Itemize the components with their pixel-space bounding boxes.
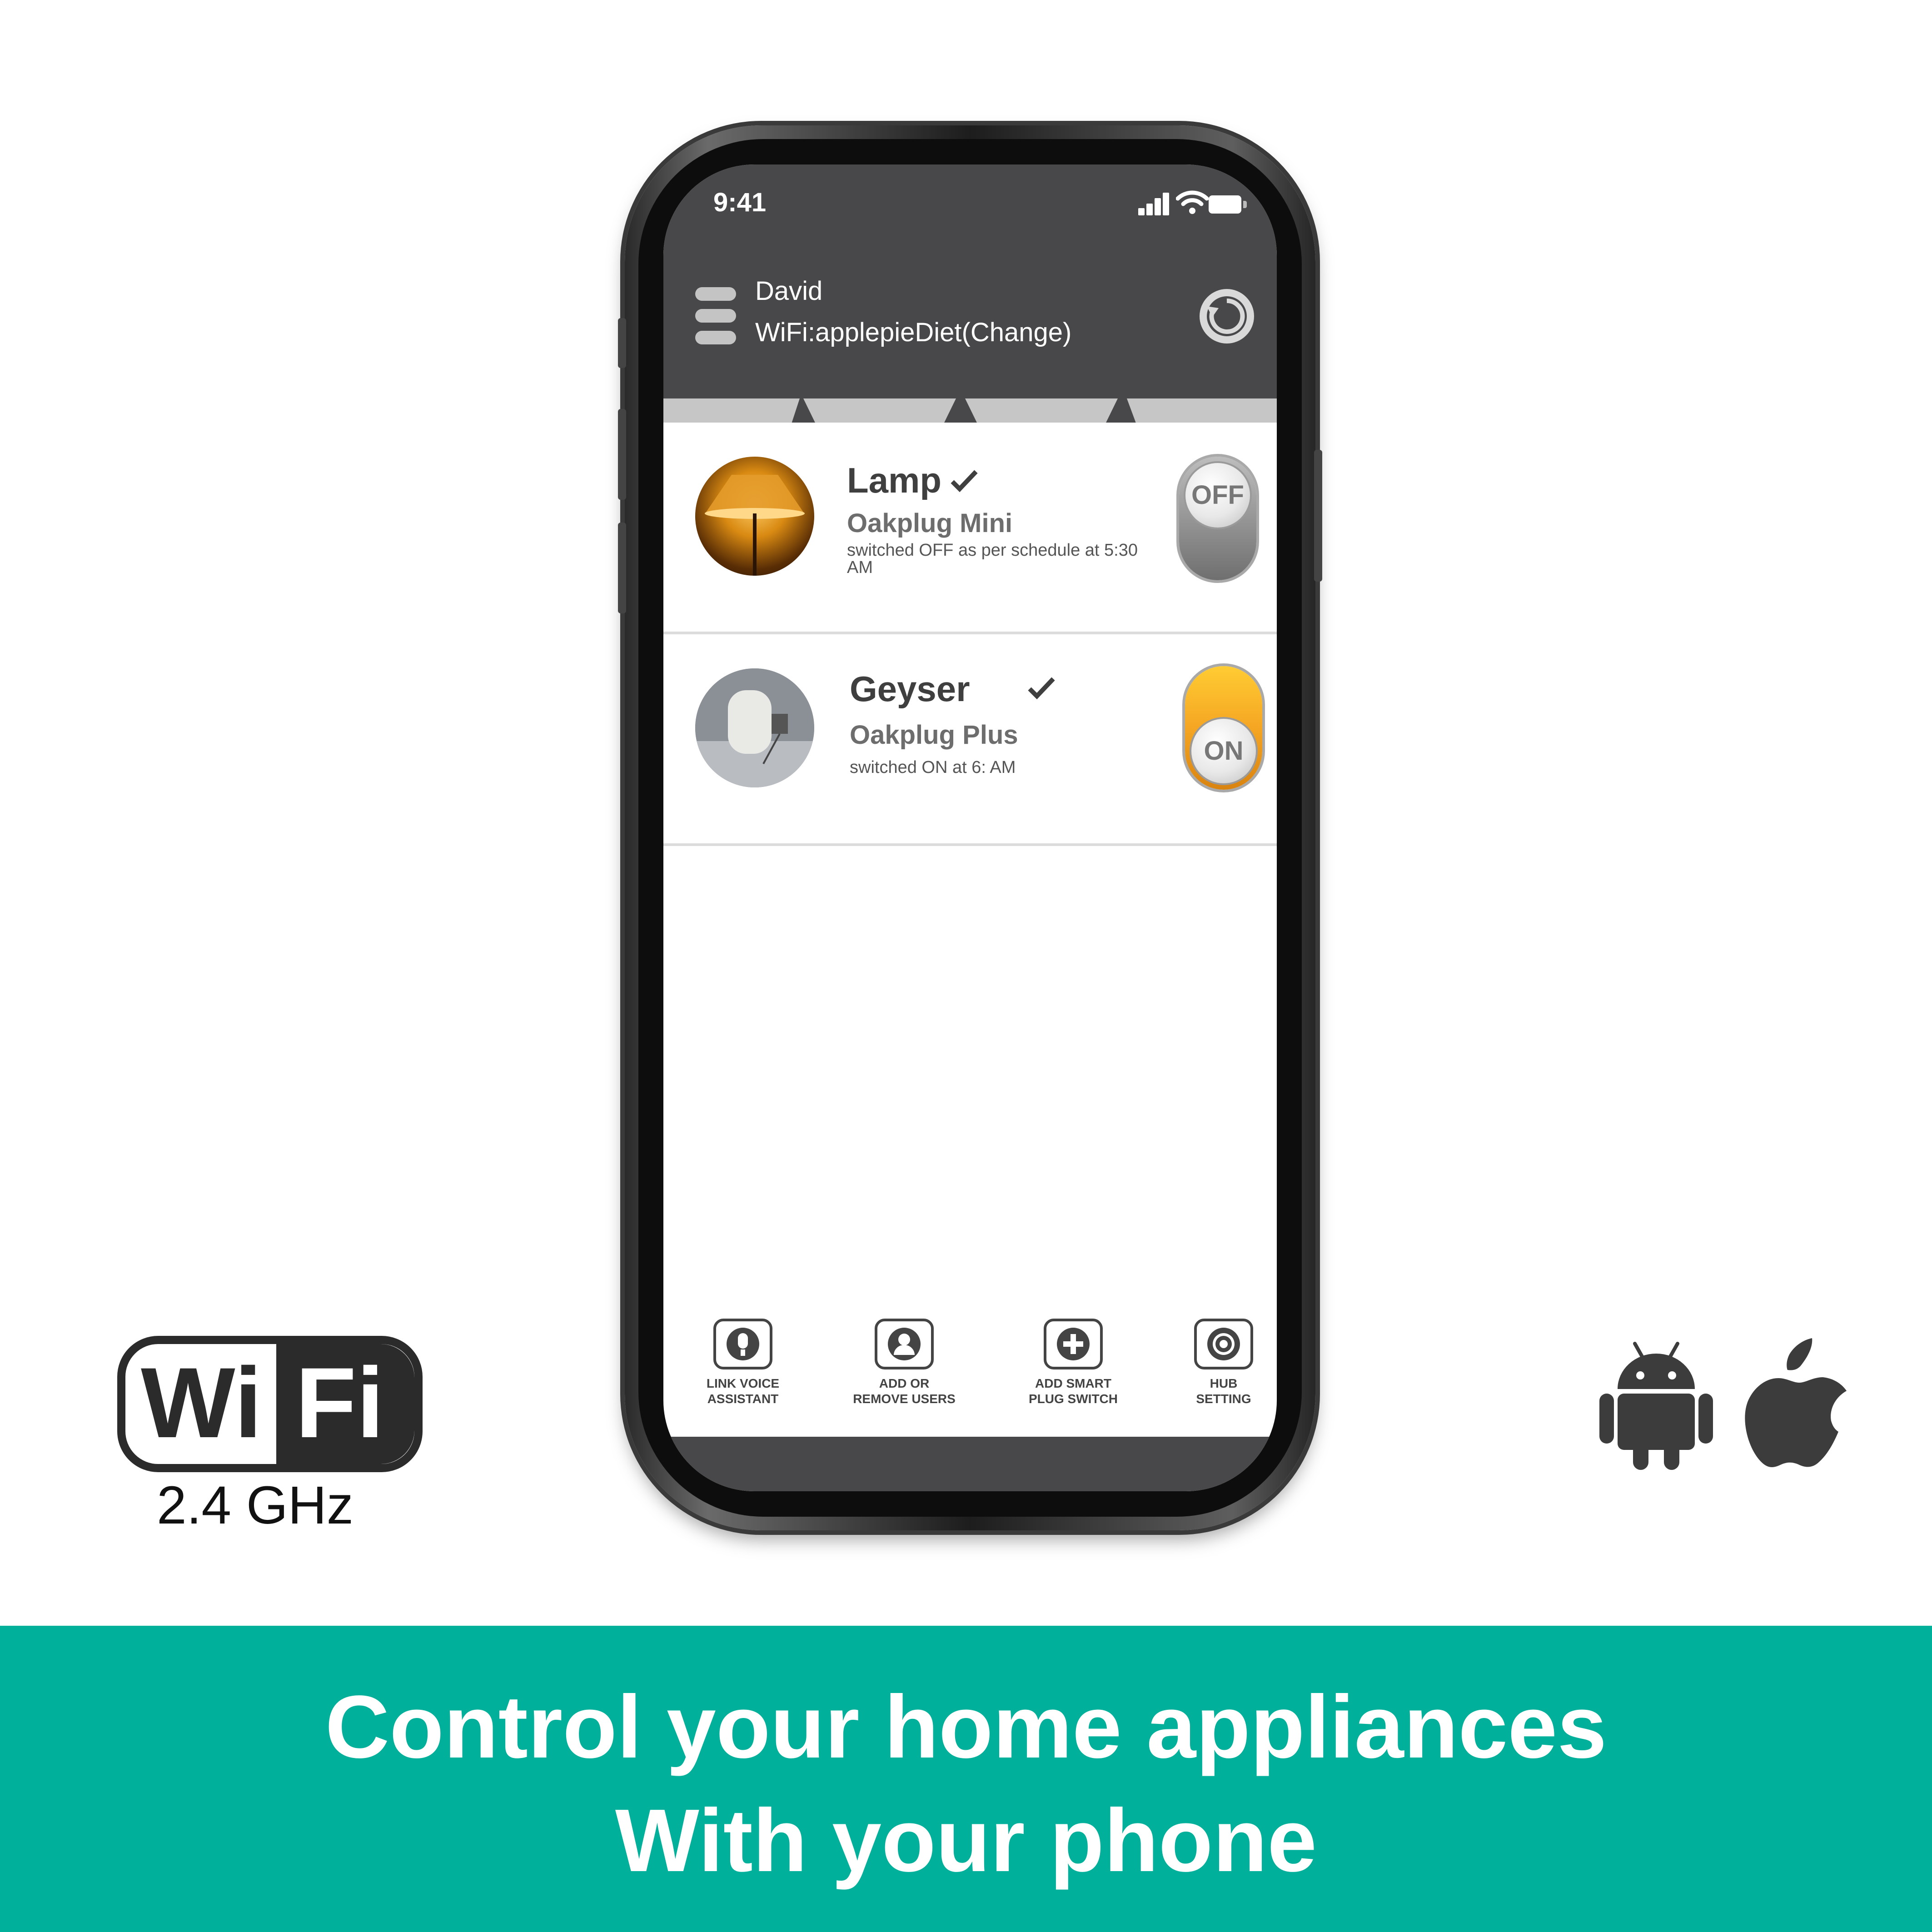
- wifi-logo-fi: Fi: [295, 1347, 384, 1459]
- nav-label: ADD SMART PLUG SWITCH: [1029, 1376, 1118, 1406]
- gear-icon: [1194, 1319, 1253, 1369]
- check-icon: [951, 470, 978, 493]
- android-icon: [1599, 1342, 1713, 1470]
- user-icon: [875, 1319, 934, 1369]
- add-or-remove-users-button[interactable]: ADD OR REMOVE USERS: [847, 1319, 961, 1407]
- toggle-knob-on: ON: [1191, 719, 1256, 783]
- volume-down-button: [618, 523, 626, 613]
- nav-label: LINK VOICE ASSISTANT: [706, 1376, 780, 1406]
- power-button: [1314, 450, 1322, 582]
- bottom-bar: [663, 1437, 1277, 1491]
- geyser-photo: [695, 668, 814, 787]
- wifi-network-change-link[interactable]: WiFi:applepieDiet(Change): [755, 317, 1071, 348]
- user-name: David: [755, 276, 823, 306]
- nav-label: HUB SETTING: [1196, 1376, 1251, 1406]
- wifi-frequency: 2.4 GHz: [157, 1475, 354, 1535]
- hub-setting-button[interactable]: HUB SETTING: [1167, 1319, 1277, 1407]
- refresh-icon[interactable]: [1199, 288, 1255, 344]
- lamp-power-toggle[interactable]: OFF: [1179, 457, 1256, 580]
- promo-banner: Control your home appliances With your p…: [0, 1626, 1932, 1932]
- menu-icon[interactable]: [695, 287, 736, 344]
- device-status: switched OFF as per schedule at 5:30 AM: [847, 541, 1138, 577]
- device-model: Oakplug Mini: [847, 508, 1013, 538]
- check-icon: [1028, 677, 1055, 700]
- wifi-signal-icon: [1176, 190, 1209, 214]
- voice-assistant-icon: [713, 1319, 772, 1369]
- plus-icon: [1044, 1319, 1103, 1369]
- device-name: Geyser: [850, 669, 970, 709]
- nav-label: ADD OR REMOVE USERS: [853, 1376, 956, 1406]
- lamp-photo: [695, 457, 814, 576]
- wifi-logo-wi: Wi: [141, 1347, 262, 1459]
- device-model: Oakplug Plus: [850, 720, 1018, 750]
- tab-3[interactable]: [1127, 398, 1277, 423]
- device-name: Lamp: [847, 460, 942, 500]
- toggle-knob-off: OFF: [1185, 463, 1250, 528]
- link-voice-assistant-button[interactable]: LINK VOICE ASSISTANT: [686, 1319, 800, 1407]
- device-row-geyser[interactable]: Geyser Oakplug Plus switched ON at 6: AM…: [663, 634, 1277, 846]
- mute-switch: [618, 318, 626, 368]
- tab-2[interactable]: [965, 398, 1118, 423]
- banner-line-2: With your phone: [615, 1791, 1317, 1890]
- add-smart-plug-switch-button[interactable]: ADD SMART PLUG SWITCH: [1016, 1319, 1130, 1407]
- device-status: switched ON at 6: AM: [850, 758, 1016, 777]
- tab-0[interactable]: [663, 398, 800, 423]
- wifi-logo: Wi Fi: [117, 1336, 423, 1472]
- app-screen: 9:41 David WiFi:applepieDiet(Change) Lam…: [663, 164, 1277, 1491]
- battery-icon: [1209, 195, 1247, 214]
- volume-up-button: [618, 409, 626, 500]
- app-header: 9:41 David WiFi:applepieDiet(Change): [663, 164, 1277, 423]
- device-row-lamp[interactable]: Lamp Oakplug Mini switched OFF as per sc…: [663, 423, 1277, 634]
- banner-line-1: Control your home appliances: [325, 1677, 1607, 1777]
- geyser-power-toggle[interactable]: ON: [1185, 666, 1262, 790]
- status-time: 9:41: [713, 188, 767, 217]
- tab-1[interactable]: [803, 398, 956, 423]
- cellular-signal-icon: [1138, 192, 1170, 215]
- apple-icon: [1745, 1338, 1847, 1467]
